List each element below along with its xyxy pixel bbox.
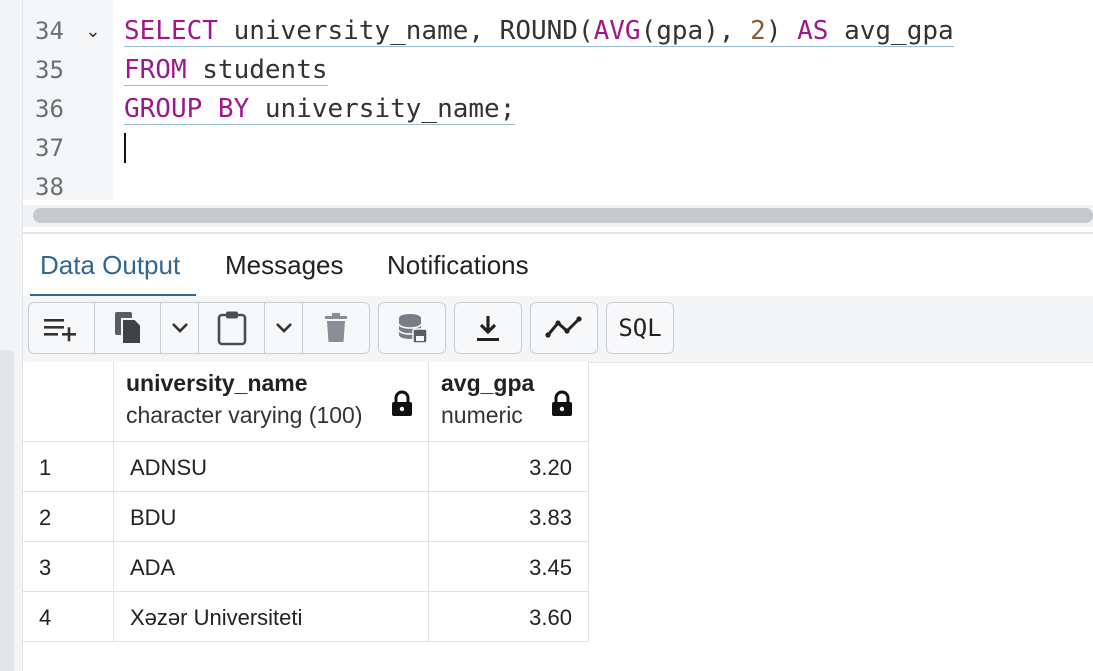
code-token: AVG <box>593 16 641 46</box>
code-token: 2 <box>750 16 766 46</box>
paste-options-dropdown[interactable] <box>265 303 303 353</box>
line-number: 36 <box>35 95 64 123</box>
editor-line[interactable]: 36 GROUP BY university_name; <box>23 90 1093 129</box>
row-number-text: 4 <box>39 605 52 630</box>
tab-data-output[interactable]: Data Output <box>29 236 197 297</box>
column-type: character varying (100) <box>126 402 363 428</box>
code-text: GROUP BY university_name; <box>124 90 516 129</box>
code-token: AS <box>797 16 829 46</box>
line-chart-icon <box>545 316 582 338</box>
paste-button[interactable] <box>199 303 265 353</box>
lock-icon <box>552 390 572 416</box>
text-cursor <box>124 133 126 163</box>
table-cell[interactable]: ADNSU <box>114 442 429 492</box>
line-number: 35 <box>35 56 64 84</box>
row-number-text: 3 <box>39 555 52 580</box>
line-number: 37 <box>35 134 64 162</box>
delete-row-button[interactable] <box>303 303 369 353</box>
code-token: FROM <box>124 55 187 85</box>
copy-icon <box>114 312 142 345</box>
code-token: (gpa), <box>640 16 751 46</box>
column-type: numeric <box>441 402 523 428</box>
clipboard-icon <box>217 311 246 346</box>
left-panel-strip <box>0 0 22 671</box>
database-save-icon <box>398 314 428 344</box>
cell-text: Xəzər Universiteti <box>130 605 303 630</box>
row-number[interactable]: 3 <box>23 542 114 592</box>
chevron-down-icon <box>171 323 188 333</box>
code-token: avg_gpa <box>828 16 954 46</box>
cell-text: 3.45 <box>529 555 572 580</box>
code-token: students <box>186 55 328 85</box>
code-token: university_name; <box>249 94 516 124</box>
row-number[interactable]: 4 <box>23 592 114 642</box>
cell-text: 3.20 <box>529 455 572 480</box>
save-data-group <box>378 302 446 354</box>
table-cell[interactable]: ADA <box>114 542 429 592</box>
save-data-changes-button[interactable] <box>379 303 445 353</box>
editor-divider <box>23 232 1093 234</box>
graph-visualiser-button[interactable] <box>531 303 597 353</box>
column-header-university-name[interactable]: university_name character varying (100) <box>114 362 429 442</box>
add-row-button[interactable] <box>29 303 95 353</box>
line-number: 38 <box>35 173 64 201</box>
table-cell[interactable]: 3.20 <box>429 442 589 492</box>
trash-icon <box>325 313 347 342</box>
cell-text: BDU <box>130 505 177 530</box>
table-cell[interactable]: BDU <box>114 492 429 542</box>
table-cell[interactable]: 3.83 <box>429 492 589 542</box>
horizontal-scrollbar-thumb[interactable] <box>33 208 1093 223</box>
table-cell[interactable]: 3.45 <box>429 542 589 592</box>
code-token: SELECT <box>124 16 218 46</box>
column-name: university_name <box>126 370 308 396</box>
row-number[interactable]: 2 <box>23 492 114 542</box>
tab-messages[interactable]: Messages <box>225 236 344 296</box>
download-icon <box>477 316 499 341</box>
table-cell[interactable]: 3.60 <box>429 592 589 642</box>
row-number-header <box>23 362 114 442</box>
fold-chevron-icon[interactable]: ⌄ <box>83 12 103 51</box>
row-number[interactable]: 1 <box>23 442 114 492</box>
editor-line[interactable]: 34 ⌄ SELECT university_name, ROUND(AVG(g… <box>23 12 1093 51</box>
table-cell[interactable]: Xəzər Universiteti <box>114 592 429 642</box>
download-button[interactable] <box>455 303 521 353</box>
vertical-scrollbar-thumb[interactable] <box>0 350 14 671</box>
chevron-down-icon <box>275 323 292 333</box>
code-text: SELECT university_name, ROUND(AVG(gpa), … <box>124 12 954 51</box>
code-token: GROUP BY <box>124 94 250 124</box>
tab-notifications[interactable]: Notifications <box>387 236 529 296</box>
column-header-avg-gpa[interactable]: avg_gpa numeric <box>429 362 589 442</box>
code-text: FROM students <box>124 51 328 90</box>
code-token: university_name, ROUND( <box>217 16 594 46</box>
cell-text: 3.83 <box>529 505 572 530</box>
cell-text: ADA <box>130 555 176 580</box>
view-sql-button[interactable]: SQL <box>607 303 673 353</box>
column-name: avg_gpa <box>441 370 535 396</box>
editor-line[interactable]: 37 <box>23 129 1093 168</box>
editor-line[interactable]: 38 <box>23 168 1093 207</box>
code-token: ) <box>765 16 798 46</box>
row-number-text: 1 <box>39 455 52 480</box>
cell-text: 3.60 <box>529 605 572 630</box>
results-toolbar: SQL <box>23 296 1093 363</box>
query-editor[interactable]: 34 ⌄ SELECT university_name, ROUND(AVG(g… <box>23 0 1093 234</box>
copy-options-dropdown[interactable] <box>161 303 199 353</box>
lock-icon <box>392 390 412 416</box>
copy-button[interactable] <box>95 303 161 353</box>
editor-line[interactable]: 35 FROM students <box>23 51 1093 90</box>
sql-group: SQL <box>606 302 674 354</box>
download-group <box>454 302 522 354</box>
cell-text: ADNSU <box>130 455 208 480</box>
edit-button-group <box>28 302 370 354</box>
output-tabs: Data Output Messages Notifications <box>23 236 1093 297</box>
add-row-icon <box>43 319 76 342</box>
row-number-text: 2 <box>39 505 52 530</box>
graph-group <box>530 302 598 354</box>
